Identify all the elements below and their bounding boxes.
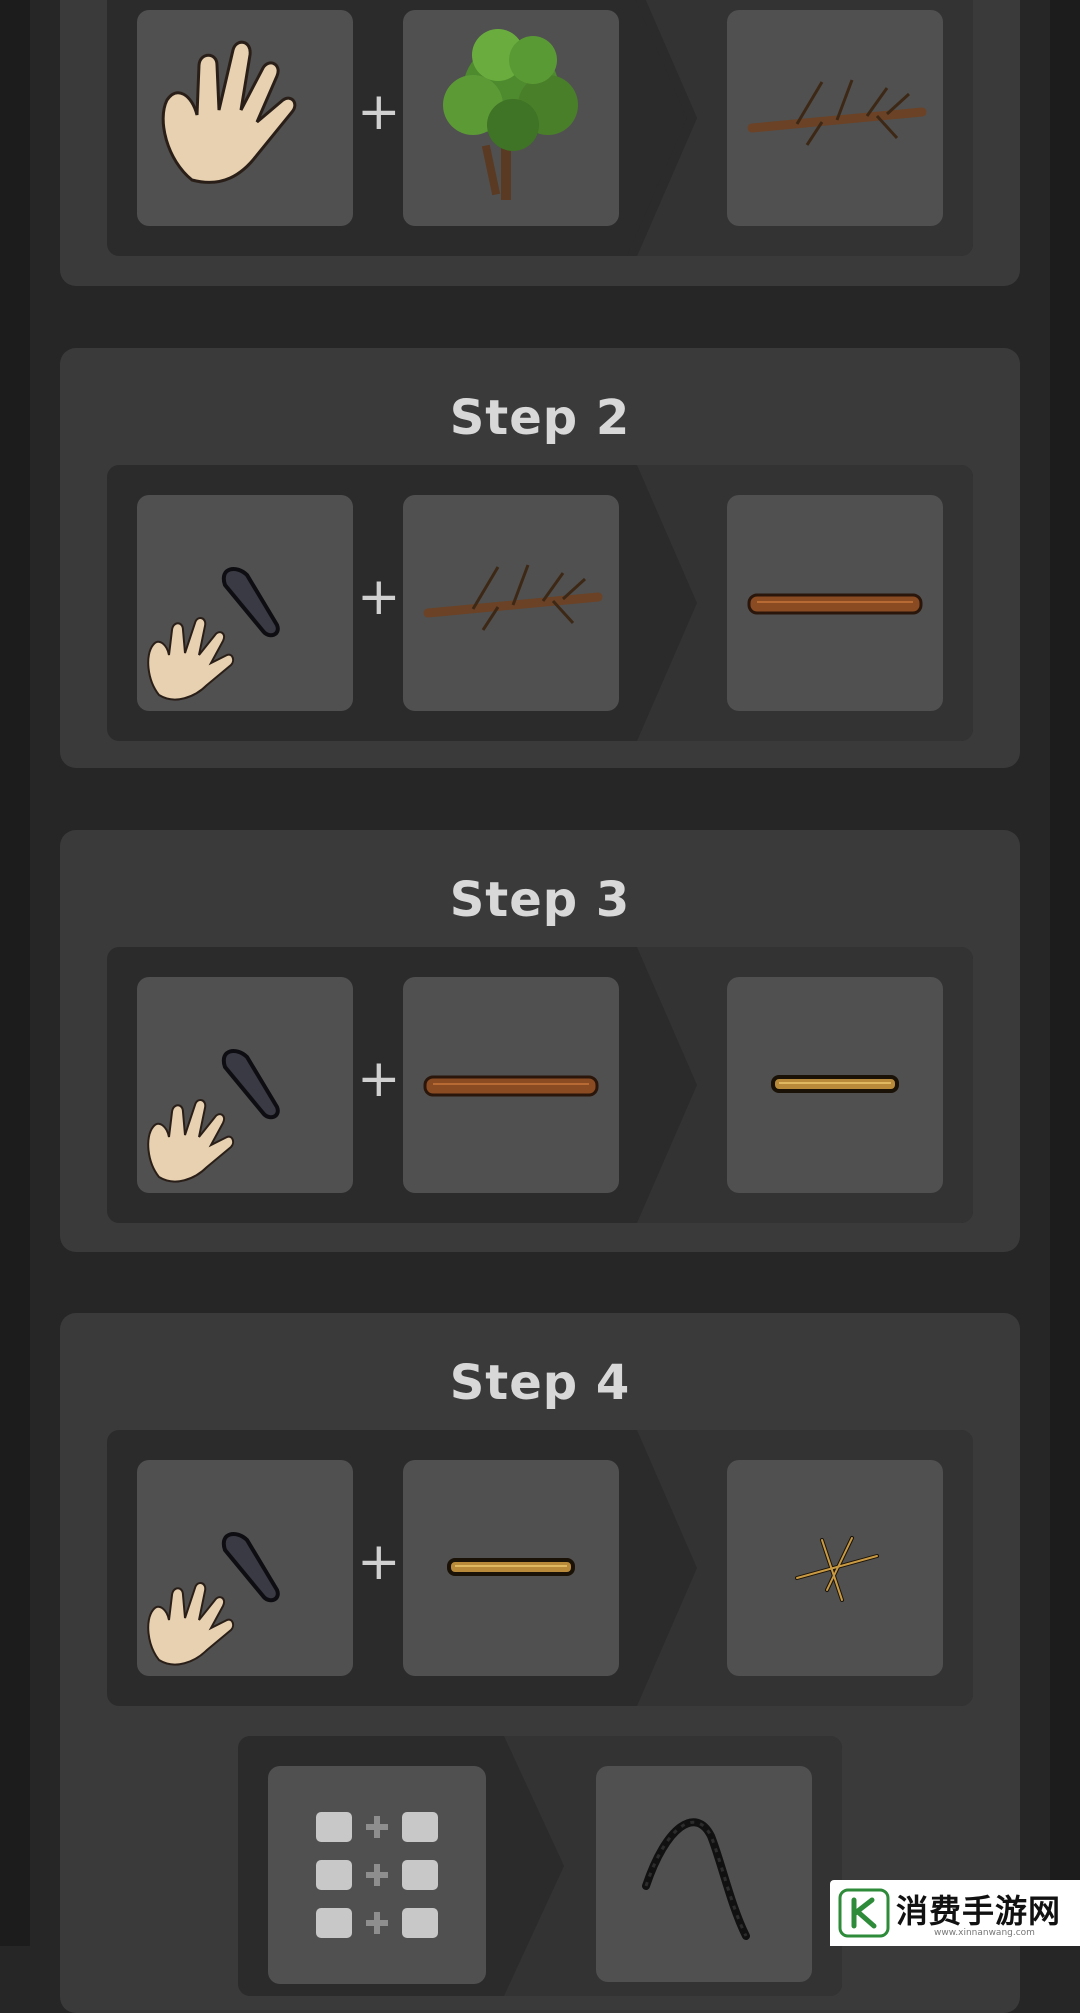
- ingredient-slot[interactable]: [403, 1460, 619, 1676]
- ingredient-slot[interactable]: [403, 977, 619, 1193]
- output-slot[interactable]: [727, 10, 943, 226]
- output-slot[interactable]: [727, 1460, 943, 1676]
- output-slot[interactable]: [727, 495, 943, 711]
- sharp-stone-hand-icon: [147, 1532, 280, 1666]
- watermark-url: www.xinnanwang.com: [934, 1928, 1035, 1938]
- output-slot[interactable]: [596, 1766, 812, 1982]
- step-title: Step 4: [449, 1355, 631, 1411]
- plus-sign: +: [357, 82, 401, 142]
- plus-sign: +: [357, 567, 401, 627]
- step-card-2: Step 2 +: [60, 348, 1020, 768]
- grid-recipe-slot[interactable]: [268, 1766, 486, 1984]
- bow-string-icon: [642, 1818, 750, 1940]
- step-card-1: +: [60, 0, 1020, 286]
- site-watermark: 消费手游网 www.xinnanwang.com: [830, 1880, 1080, 1946]
- tree-icon: [443, 29, 578, 200]
- long-shaft-icon: [423, 1075, 599, 1097]
- plus-sign: +: [357, 1049, 401, 1109]
- craft-recipe-row: [238, 1736, 842, 1996]
- ingredient-slot[interactable]: [403, 10, 619, 226]
- step-card-3: Step 3 +: [60, 830, 1020, 1252]
- step-title: Step 3: [449, 872, 631, 928]
- sharp-stone-hand-icon: [147, 567, 280, 701]
- kindling-icon: [795, 1536, 879, 1602]
- long-shaft-icon: [747, 593, 923, 615]
- ingredient-slot[interactable]: [137, 1460, 353, 1676]
- branch-icon: [423, 564, 603, 631]
- recipe-row: +: [107, 947, 973, 1223]
- recipe-row: +: [107, 465, 973, 741]
- grid-recipe-icon: [316, 1812, 438, 1938]
- site-logo-icon: [838, 1888, 890, 1938]
- short-shaft-icon: [447, 1558, 575, 1576]
- watermark-brand: 消费手游网: [896, 1892, 1062, 1930]
- step-title: Step 2: [449, 390, 631, 446]
- left-edge: [0, 0, 30, 1946]
- hand-icon: [161, 40, 297, 184]
- recipe-row: +: [107, 0, 973, 256]
- right-edge: [1050, 0, 1080, 1946]
- sharp-stone-hand-icon: [147, 1049, 280, 1183]
- ingredient-slot[interactable]: [137, 10, 353, 226]
- output-slot[interactable]: [727, 977, 943, 1193]
- ingredient-slot[interactable]: [137, 977, 353, 1193]
- plus-sign: +: [357, 1532, 401, 1592]
- ingredient-slot[interactable]: [403, 495, 619, 711]
- ingredient-slot[interactable]: [137, 495, 353, 711]
- short-shaft-icon: [771, 1075, 899, 1093]
- branch-icon: [747, 79, 927, 146]
- recipe-row: +: [107, 1430, 973, 1706]
